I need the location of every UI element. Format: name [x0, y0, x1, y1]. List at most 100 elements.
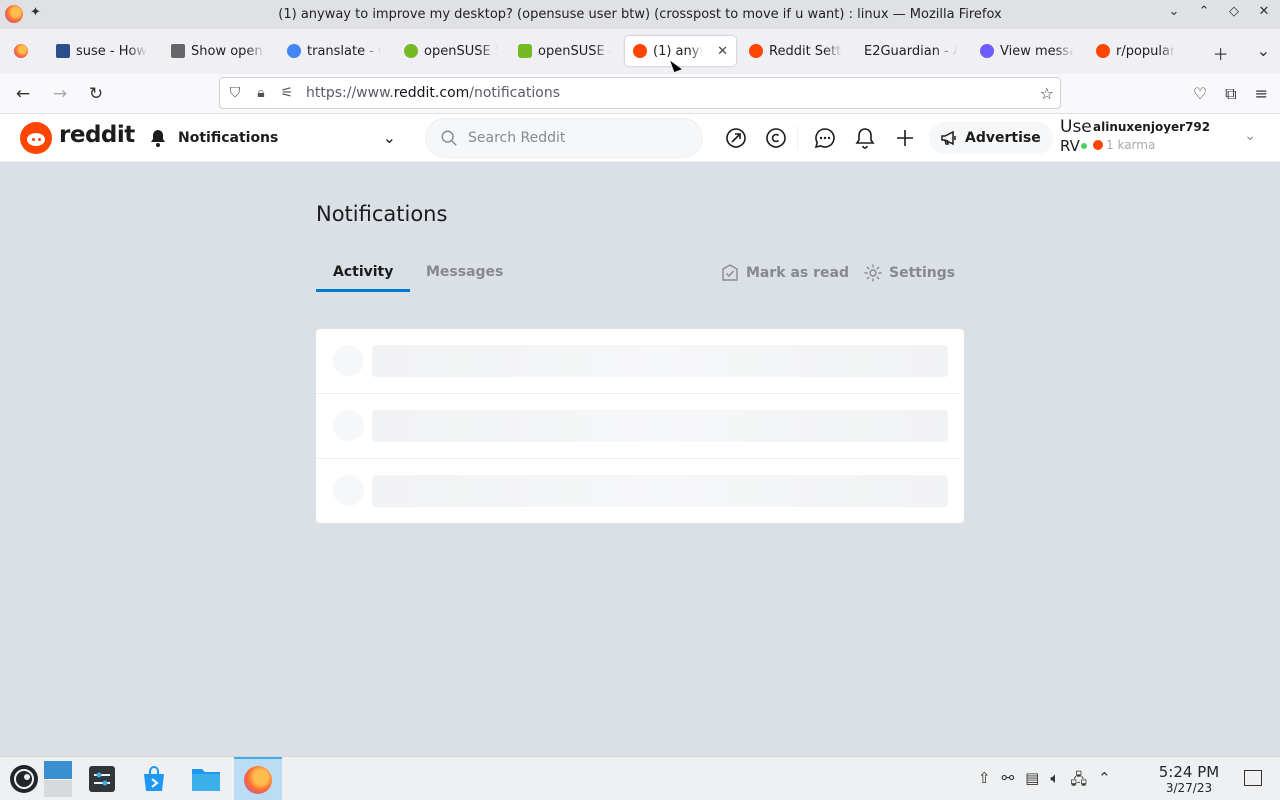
tab-favicon-icon	[1096, 44, 1110, 58]
permissions-icon[interactable]: ⚟	[274, 85, 300, 101]
tab-favicon-icon	[980, 44, 994, 58]
chat-icon[interactable]	[813, 126, 837, 150]
avatar-placeholder	[333, 410, 364, 441]
tab-favicon-icon	[633, 44, 647, 58]
url-text[interactable]: https://www.reddit.com/notifications	[306, 85, 560, 101]
lock-icon[interactable]: 🔒︎	[248, 85, 274, 101]
keep-above-button[interactable]: ◇	[1226, 4, 1242, 19]
browser-tab[interactable]: r/popular	[1088, 36, 1198, 66]
bookmark-star-icon[interactable]: ☆	[1040, 84, 1054, 103]
page-title: Notifications	[316, 202, 448, 226]
firefox-logo-icon[interactable]	[5, 5, 23, 23]
bell-icon	[151, 130, 165, 147]
system-tray: ⇧ ⚯ ▤ 🔈︎ 🖧︎ ⌃	[978, 769, 1111, 794]
menu-icon[interactable]: ≡	[1255, 84, 1268, 104]
firefox-icon	[244, 766, 272, 794]
extensions-icon[interactable]: ⧉	[1225, 84, 1236, 104]
text-placeholder	[372, 475, 948, 507]
online-status-icon	[1080, 142, 1088, 150]
new-tab-button[interactable]: ＋	[1213, 41, 1229, 65]
loading-placeholder-row	[316, 329, 964, 393]
loading-placeholder-row	[316, 394, 964, 458]
reddit-wordmark[interactable]: reddit	[59, 122, 135, 148]
taskbar-firefox[interactable]	[234, 757, 282, 800]
navigation-toolbar: ← → ↻ ⛉ 🔒︎ ⚟ https://www.reddit.com/noti…	[0, 74, 1280, 114]
show-desktop-button[interactable]	[1244, 770, 1262, 786]
forward-button[interactable]: →	[49, 83, 71, 105]
network-icon[interactable]: 🖧︎	[1070, 769, 1087, 794]
window-titlebar: ✦ (1) anyway to improve my desktop? (ope…	[0, 0, 1280, 29]
maximize-button[interactable]: ⌃	[1196, 4, 1212, 19]
text-placeholder	[372, 345, 948, 377]
clock-date: 3/27/23	[1165, 781, 1213, 795]
browser-tab[interactable]: View message	[972, 36, 1082, 66]
shopping-bag-icon	[144, 766, 164, 791]
notifications-bell-icon[interactable]	[853, 126, 877, 150]
settings-label: Settings	[889, 265, 956, 281]
tab-favicon-icon	[287, 44, 301, 58]
updates-icon[interactable]: ⇧	[978, 769, 991, 794]
taskbar: ⇧ ⚯ ▤ 🔈︎ 🖧︎ ⌃ 5:24 PM 3/27/23	[0, 756, 1280, 800]
settings-button[interactable]: Settings	[863, 263, 955, 283]
pin-icon[interactable]: ✦	[30, 5, 41, 20]
text-placeholder	[372, 410, 948, 442]
taskbar-file-manager[interactable]	[182, 757, 230, 800]
browser-tab[interactable]: translate - Google	[279, 36, 389, 66]
tab-label: translate - Google	[307, 43, 381, 59]
firefox-view-button[interactable]	[6, 36, 36, 66]
clipboard-icon[interactable]: ▤	[1025, 769, 1039, 794]
tab-close-icon[interactable]: ✕	[717, 44, 728, 59]
taskbar-discover[interactable]	[130, 757, 178, 800]
advertise-button[interactable]: Advertise	[929, 122, 1053, 154]
mark-as-read-button[interactable]: Mark as read	[720, 263, 849, 283]
kdeconnect-icon[interactable]: ⚯	[1002, 769, 1015, 794]
notifications-list	[316, 329, 964, 523]
search-input[interactable]	[468, 130, 668, 146]
tab-label: View message	[1000, 43, 1074, 59]
browser-tab[interactable]: E2Guardian - Access	[856, 36, 966, 66]
coins-icon[interactable]	[764, 126, 788, 150]
browser-tab[interactable]: suse - How	[48, 36, 160, 66]
browser-tab[interactable]: openSUSE - Forums	[510, 36, 620, 66]
search-bar[interactable]	[425, 118, 703, 158]
reload-button[interactable]: ↻	[85, 83, 107, 105]
settings-sliders-icon	[89, 766, 115, 792]
back-button[interactable]: ←	[12, 83, 34, 105]
browser-tab-active[interactable]: (1) anyway ✕	[625, 36, 736, 66]
tab-label: openSUSE - Forums	[538, 43, 612, 59]
tab-favicon-icon	[518, 44, 532, 58]
browser-tab[interactable]: Show openSUSE	[163, 36, 273, 66]
tab-activity[interactable]: Activity	[316, 256, 411, 292]
popular-icon[interactable]	[724, 126, 748, 150]
tracking-protection-icon[interactable]: ⛉	[222, 85, 248, 101]
avatar-alt-text: Use	[1060, 117, 1092, 137]
volume-icon[interactable]: 🔈︎	[1050, 769, 1059, 794]
tab-favicon-icon	[171, 44, 185, 58]
tray-expand-icon[interactable]: ⌃	[1098, 769, 1111, 794]
taskbar-system-settings[interactable]	[78, 757, 126, 800]
minimize-button[interactable]: ⌄	[1166, 4, 1182, 19]
tab-label: Reddit Settings	[769, 43, 843, 59]
mark-as-read-label: Mark as read	[746, 265, 849, 281]
tab-messages[interactable]: Messages	[409, 256, 520, 292]
tab-favicon-icon	[404, 44, 418, 58]
folder-icon	[192, 769, 220, 791]
browser-tab[interactable]: openSUSE Software	[396, 36, 506, 66]
mark-read-icon	[722, 264, 738, 281]
close-window-button[interactable]: ✕	[1256, 4, 1272, 19]
megaphone-icon	[941, 130, 956, 146]
pager-icon	[44, 761, 72, 797]
desktop-pager[interactable]	[34, 757, 82, 800]
user-menu[interactable]: Use RV alinuxenjoyer792 1 karma ⌄	[1060, 117, 1268, 156]
url-bar[interactable]: ⛉ 🔒︎ ⚟ https://www.reddit.com/notificati…	[219, 77, 1061, 109]
pocket-icon[interactable]: ♡	[1193, 84, 1207, 104]
feed-dropdown[interactable]: Notifications ⌄	[138, 120, 408, 156]
tab-label: (1) anyway	[653, 43, 703, 59]
reddit-logo-icon[interactable]	[20, 122, 52, 154]
list-all-tabs-button[interactable]: ⌄	[1257, 41, 1270, 65]
create-post-icon[interactable]	[893, 126, 917, 150]
header-divider	[797, 126, 798, 150]
digital-clock[interactable]: 5:24 PM 3/27/23	[1152, 763, 1226, 795]
browser-tab[interactable]: Reddit Settings	[741, 36, 851, 66]
tab-label: r/popular	[1116, 43, 1176, 59]
